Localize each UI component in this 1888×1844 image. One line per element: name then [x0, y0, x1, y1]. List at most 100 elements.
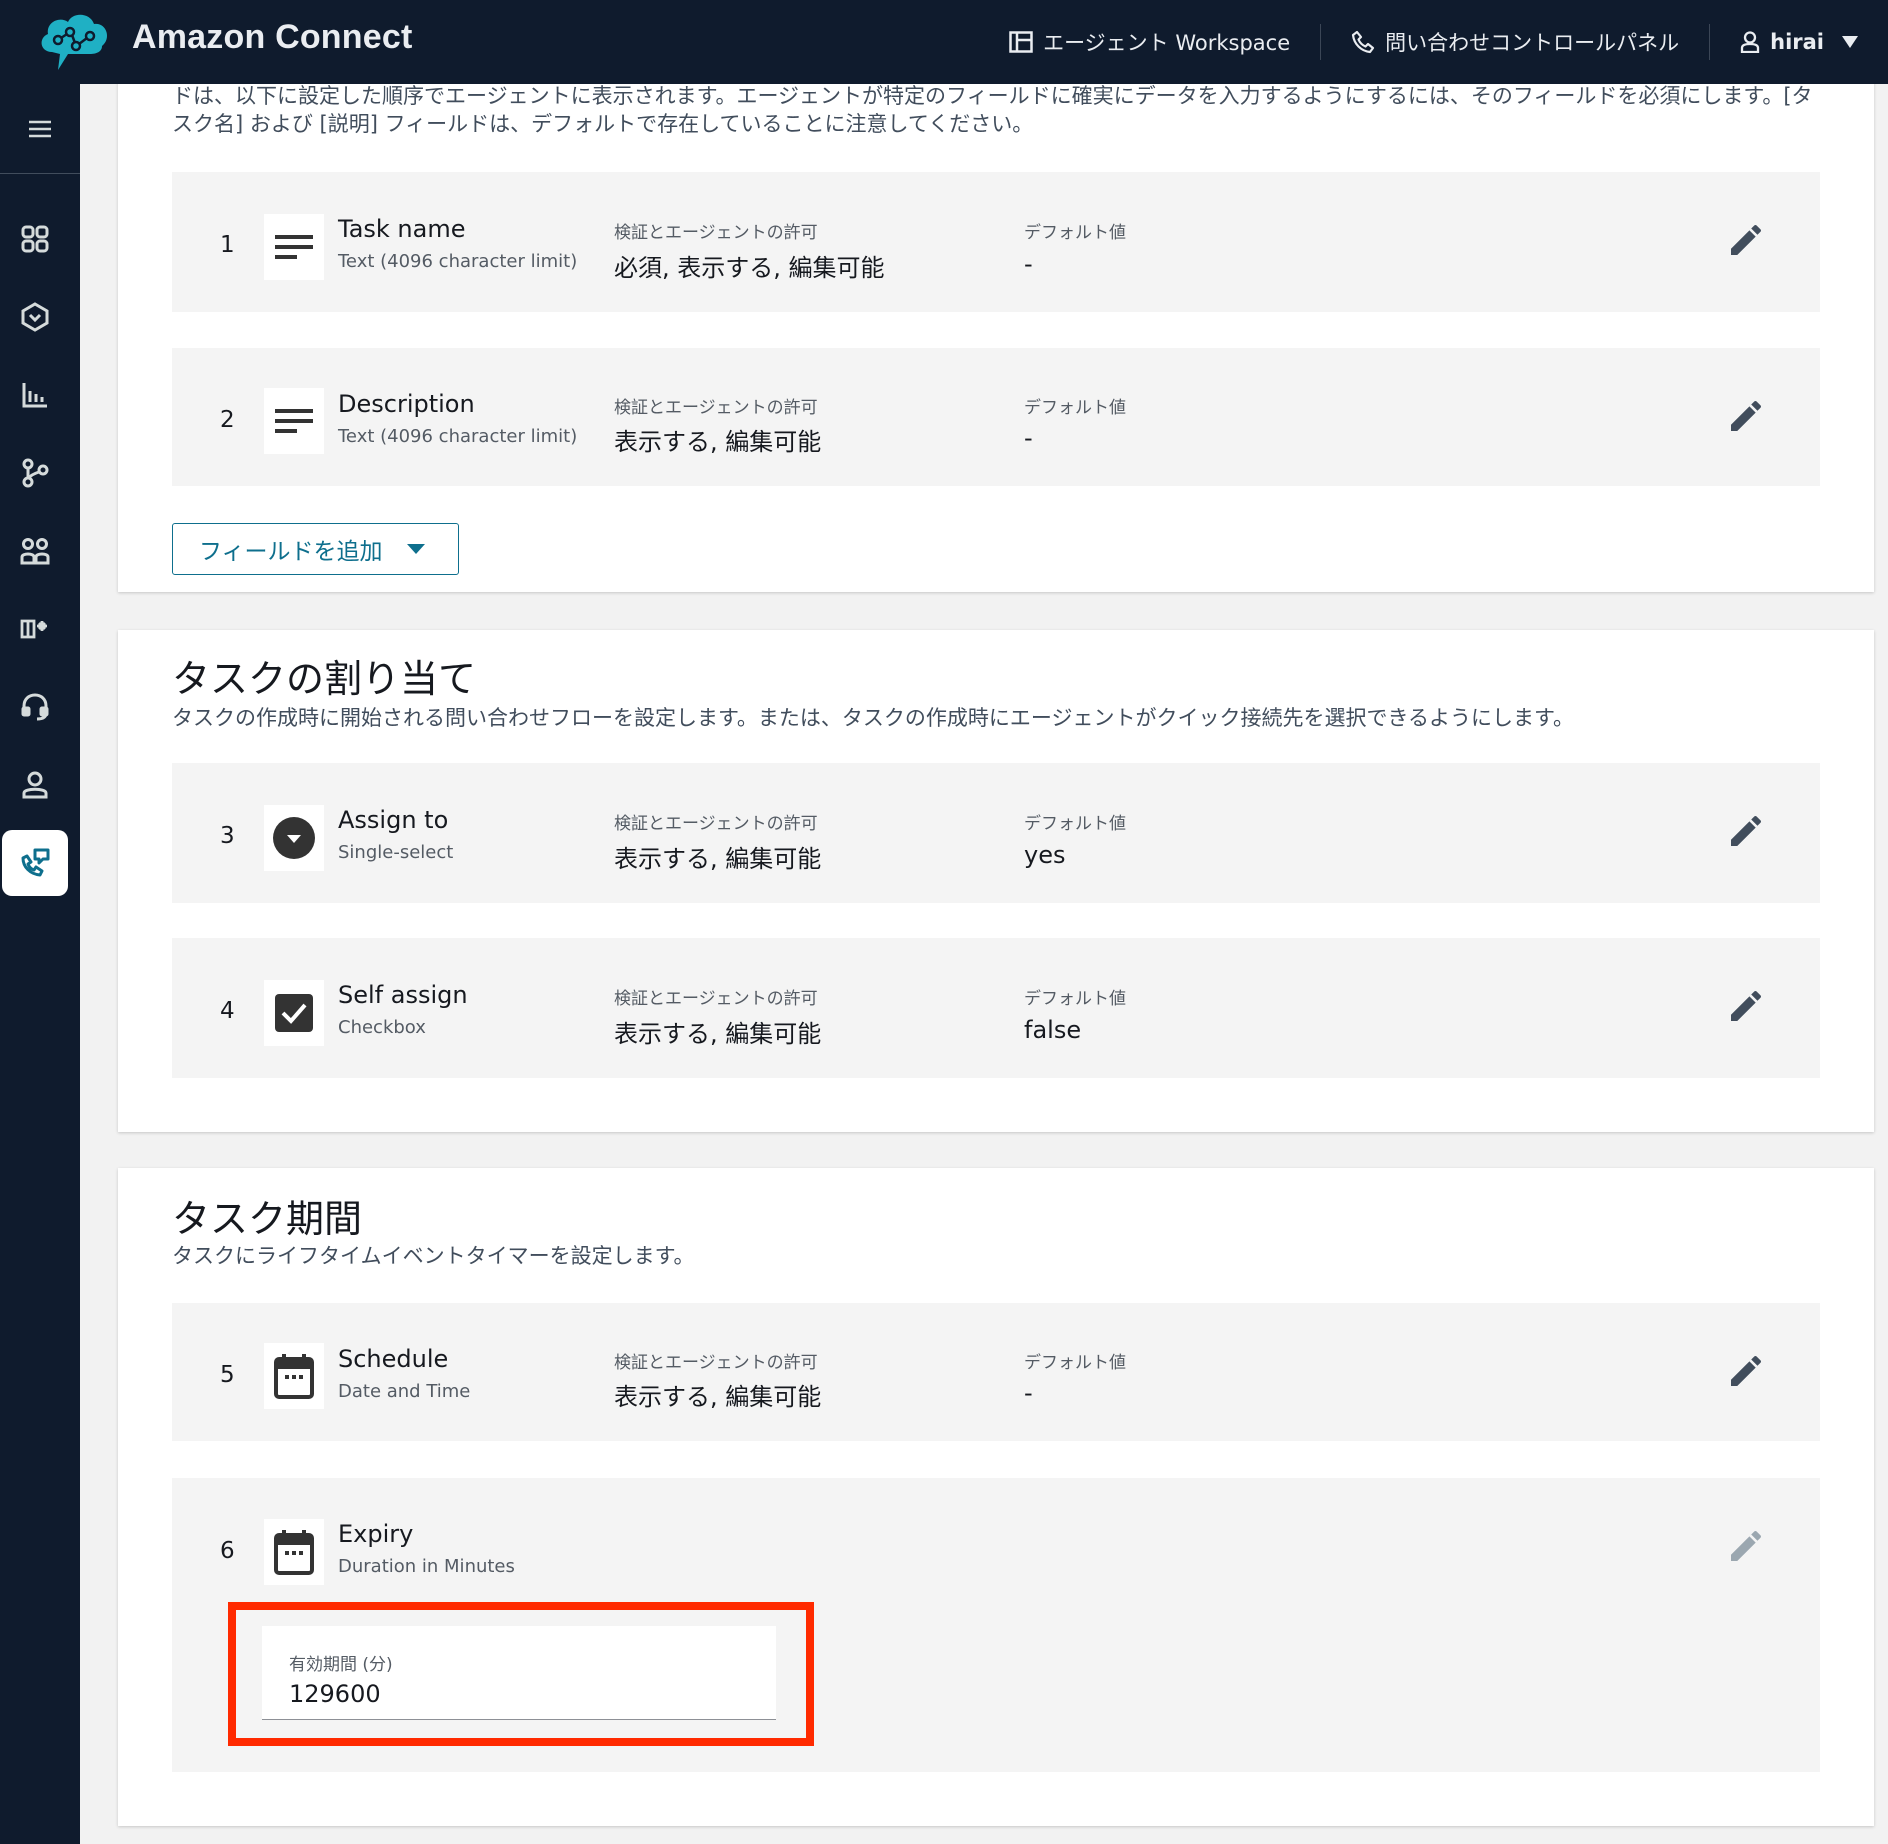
permissions-value: 表示する, 編集可能	[614, 845, 822, 873]
permissions-value: 必須, 表示する, 編集可能	[614, 254, 885, 282]
sidebar-item-analytics[interactable]	[2, 362, 68, 428]
field-type-icon	[264, 1519, 324, 1585]
fields-card	[118, 70, 1874, 592]
add-field-dropdown-button[interactable]: フィールドを追加	[172, 523, 459, 575]
caret-down-icon	[406, 544, 425, 554]
contact-control-panel-link[interactable]: 問い合わせコントロールパネル	[1321, 24, 1709, 60]
add-field-label: フィールドを追加	[199, 539, 383, 565]
sidebar-item-flows[interactable]	[2, 440, 68, 506]
field-number: 6	[220, 1538, 235, 1564]
field-type: Single-select	[338, 842, 454, 863]
pencil-icon	[1731, 1530, 1762, 1561]
permissions-label: 検証とエージェントの許可	[614, 1353, 818, 1373]
field-type: Text (4096 character limit)	[338, 426, 578, 447]
field-name: Task name	[338, 215, 466, 243]
flows-icon	[22, 458, 49, 488]
permissions-label: 検証とエージェントの許可	[614, 989, 818, 1009]
permissions-label: 検証とエージェントの許可	[614, 223, 818, 243]
field-name: Self assign	[338, 981, 468, 1009]
pencil-icon	[1731, 1355, 1762, 1386]
field-row: 4 Self assign Checkbox 検証とエージェントの許可 表示する…	[172, 938, 1820, 1078]
amazon-connect-logo	[41, 14, 108, 70]
field-type: Text (4096 character limit)	[338, 251, 578, 272]
field-type: Date and Time	[338, 1381, 471, 1402]
field-name: Assign to	[338, 806, 449, 834]
field-number: 1	[220, 232, 235, 258]
default-value-label: デフォルト値	[1024, 223, 1126, 243]
sidebar-item-dashboard[interactable]	[2, 206, 68, 272]
permissions-label: 検証とエージェントの許可	[614, 814, 818, 834]
field-type-icon	[264, 980, 324, 1046]
default-value: -	[1024, 1379, 1033, 1407]
user-menu[interactable]: hirai	[1710, 24, 1888, 60]
section-title: タスクの割り当て	[172, 657, 477, 701]
checkbox-icon	[275, 994, 313, 1032]
edit-field-button[interactable]	[1724, 984, 1768, 1028]
field-row: 1 Task name Text (4096 character limit) …	[172, 172, 1820, 312]
campaigns-icon	[20, 619, 47, 639]
sidebar	[0, 84, 80, 1844]
permissions-value: 表示する, 編集可能	[614, 428, 822, 456]
workspace-icon	[1009, 31, 1033, 53]
permissions-value: 表示する, 編集可能	[614, 1383, 822, 1411]
user-icon	[1740, 31, 1760, 53]
expiry-duration-label: 有効期間 (分)	[289, 1655, 393, 1675]
app-title: Amazon Connect	[132, 18, 413, 56]
field-type-icon	[264, 214, 324, 280]
sidebar-item-channels[interactable]	[2, 830, 68, 896]
fields-intro-text: ドは、以下に設定した順序でエージェントに表示されます。エージェントが特定のフィー…	[172, 84, 1813, 136]
default-value-label: デフォルト値	[1024, 814, 1126, 834]
field-number: 4	[220, 998, 235, 1024]
default-value: -	[1024, 250, 1033, 278]
field-row: 5 Schedule Date and Time 検証とエージェントの許可 表示…	[172, 1303, 1820, 1441]
dropdown-circle-icon	[273, 817, 315, 859]
pencil-icon	[1731, 224, 1762, 255]
headset-icon	[21, 693, 49, 721]
field-row: 2 Description Text (4096 character limit…	[172, 348, 1820, 486]
agent-workspace-link[interactable]: エージェント Workspace	[979, 24, 1320, 60]
field-number: 3	[220, 823, 235, 849]
edit-field-button-disabled	[1724, 1524, 1768, 1568]
phone-icon	[1352, 30, 1375, 54]
field-type: Checkbox	[338, 1017, 426, 1038]
hamburger-menu-icon	[29, 120, 51, 137]
expiry-duration-field[interactable]: 有効期間 (分)	[262, 1626, 776, 1720]
users-icon	[20, 538, 50, 565]
field-row: 3 Assign to Single-select 検証とエージェントの許可 表…	[172, 763, 1820, 903]
edit-field-button[interactable]	[1724, 394, 1768, 438]
analytics-icon	[22, 383, 47, 408]
pencil-icon	[1731, 990, 1762, 1021]
field-name: Schedule	[338, 1345, 449, 1373]
permissions-value: 表示する, 編集可能	[614, 1020, 822, 1048]
channels-icon	[21, 848, 50, 877]
dashboard-icon	[21, 225, 49, 253]
calendar-icon	[274, 1530, 314, 1575]
section-description: タスクの作成時に開始される問い合わせフローを設定します。または、タスクの作成時に…	[172, 706, 1574, 730]
sidebar-item-customer-profiles[interactable]	[2, 752, 68, 818]
edit-field-button[interactable]	[1724, 218, 1768, 262]
field-type-icon	[264, 388, 324, 454]
field-number: 2	[220, 407, 235, 433]
edit-field-button[interactable]	[1724, 1349, 1768, 1393]
top-nav: エージェント Workspace 問い合わせコントロールパネル hirai	[979, 0, 1888, 84]
customer-profile-icon	[22, 771, 48, 799]
field-type-icon	[264, 805, 324, 871]
sidebar-item-users[interactable]	[2, 518, 68, 584]
expiry-duration-input[interactable]	[289, 1680, 729, 1708]
default-value-label: デフォルト値	[1024, 1353, 1126, 1373]
sidebar-item-campaigns[interactable]	[2, 596, 68, 662]
section-title: タスク期間	[172, 1197, 363, 1241]
routing-icon	[21, 302, 49, 332]
field-name: Expiry	[338, 1520, 414, 1548]
field-name: Description	[338, 390, 475, 418]
edit-field-button[interactable]	[1724, 809, 1768, 853]
text-lines-icon	[275, 235, 313, 259]
default-value-label: デフォルト値	[1024, 989, 1126, 1009]
sidebar-item-routing[interactable]	[2, 284, 68, 350]
text-lines-icon	[275, 409, 313, 433]
menu-toggle-button[interactable]	[0, 84, 80, 174]
caret-down-icon	[1842, 36, 1858, 48]
sidebar-item-agent-applications[interactable]	[2, 674, 68, 740]
default-value: -	[1024, 424, 1033, 452]
user-name: hirai	[1770, 30, 1824, 54]
